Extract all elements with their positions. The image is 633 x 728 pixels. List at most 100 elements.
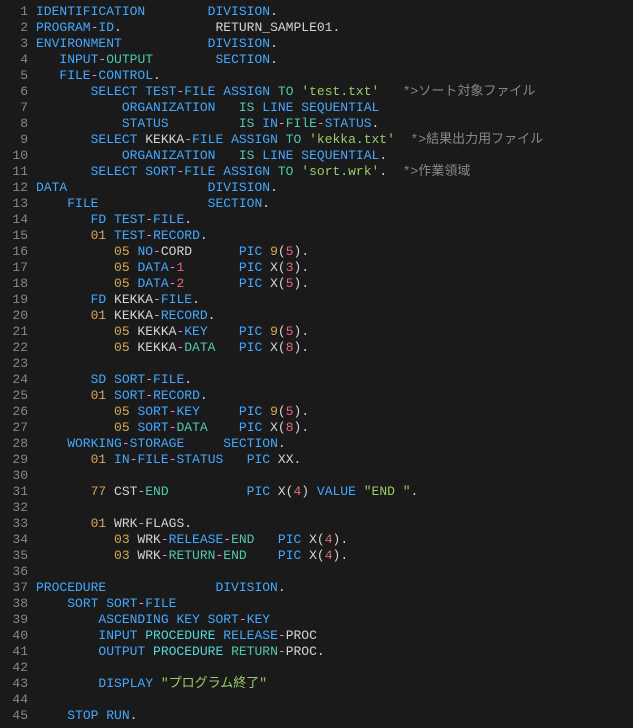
line-content[interactable]: INPUT-OUTPUT SECTION.: [36, 52, 278, 68]
line-content[interactable]: STATUS IS IN-FIlE-STATUS.: [36, 116, 379, 132]
token-pk: -: [122, 436, 130, 451]
line-content[interactable]: IDENTIFICATION DIVISION.: [36, 4, 278, 20]
code-line[interactable]: 40 INPUT PROCEDURE RELEASE-PROC: [0, 628, 633, 644]
code-line[interactable]: 28 WORKING-STORAGE SECTION.: [0, 436, 633, 452]
line-content[interactable]: 01 TEST-RECORD.: [36, 228, 208, 244]
code-line[interactable]: 34 03 WRK-RELEASE-END PIC X(4).: [0, 532, 633, 548]
code-line[interactable]: 1IDENTIFICATION DIVISION.: [0, 4, 633, 20]
line-content[interactable]: PROGRAM-ID. RETURN_SAMPLE01.: [36, 20, 340, 36]
line-content[interactable]: OUTPUT PROCEDURE RETURN-PROC.: [36, 644, 325, 660]
line-content[interactable]: 05 DATA-2 PIC X(5).: [36, 276, 309, 292]
code-line[interactable]: 5 FILE-CONTROL.: [0, 68, 633, 84]
token-ol: 05: [114, 340, 130, 355]
line-content[interactable]: ASCENDING KEY SORT-KEY: [36, 612, 270, 628]
code-line[interactable]: 16 05 NO-CORD PIC 9(5).: [0, 244, 633, 260]
code-line[interactable]: 24 SD SORT-FILE.: [0, 372, 633, 388]
code-line[interactable]: 17 05 DATA-1 PIC X(3).: [0, 260, 633, 276]
line-number: 19: [0, 292, 36, 308]
code-line[interactable]: 8 STATUS IS IN-FIlE-STATUS.: [0, 116, 633, 132]
code-line[interactable]: 27 05 SORT-DATA PIC X(8).: [0, 420, 633, 436]
token-kw: ORGANIZATION: [122, 148, 216, 163]
line-content[interactable]: 01 SORT-RECORD.: [36, 388, 208, 404]
line-content[interactable]: INPUT PROCEDURE RELEASE-PROC: [36, 628, 317, 644]
code-line[interactable]: 3ENVIRONMENT DIVISION.: [0, 36, 633, 52]
line-content[interactable]: ORGANIZATION IS LINE SEQUENTIAL: [36, 100, 379, 116]
line-content[interactable]: PROCEDURE DIVISION.: [36, 580, 286, 596]
token-kw: LINE: [262, 100, 301, 115]
code-line[interactable]: 19 FD KEKKA-FILE.: [0, 292, 633, 308]
code-line[interactable]: 38 SORT SORT-FILE: [0, 596, 633, 612]
token-pl: [36, 100, 122, 115]
line-content[interactable]: STOP RUN.: [36, 708, 137, 724]
code-line[interactable]: 4 INPUT-OUTPUT SECTION.: [0, 52, 633, 68]
line-content[interactable]: WORKING-STORAGE SECTION.: [36, 436, 286, 452]
code-line[interactable]: 29 01 IN-FILE-STATUS PIC XX.: [0, 452, 633, 468]
code-line[interactable]: 13 FILE SECTION.: [0, 196, 633, 212]
line-content[interactable]: SELECT TEST-FILE ASSIGN TO 'test.txt' *>…: [36, 84, 535, 100]
code-line[interactable]: 37PROCEDURE DIVISION.: [0, 580, 633, 596]
code-line[interactable]: 45 STOP RUN.: [0, 708, 633, 724]
line-content[interactable]: 05 KEKKA-DATA PIC X(8).: [36, 340, 309, 356]
token-cy: PROCEDURE: [145, 628, 215, 643]
line-content[interactable]: 05 SORT-DATA PIC X(8).: [36, 420, 309, 436]
code-line[interactable]: 11 SELECT SORT-FILE ASSIGN TO 'sort.wrk'…: [0, 164, 633, 180]
line-content[interactable]: FILE-CONTROL.: [36, 68, 161, 84]
code-line[interactable]: 18 05 DATA-2 PIC X(5).: [0, 276, 633, 292]
code-line[interactable]: 21 05 KEKKA-KEY PIC 9(5).: [0, 324, 633, 340]
code-line[interactable]: 26 05 SORT-KEY PIC 9(5).: [0, 404, 633, 420]
code-line[interactable]: 7 ORGANIZATION IS LINE SEQUENTIAL: [0, 100, 633, 116]
line-content[interactable]: 03 WRK-RETURN-END PIC X(4).: [36, 548, 348, 564]
code-line[interactable]: 10 ORGANIZATION IS LINE SEQUENTIAL.: [0, 148, 633, 164]
line-number: 30: [0, 468, 36, 484]
code-line[interactable]: 23: [0, 356, 633, 372]
line-content[interactable]: SD SORT-FILE.: [36, 372, 192, 388]
code-line[interactable]: 30: [0, 468, 633, 484]
code-line[interactable]: 43 DISPLAY "プログラム終了": [0, 676, 633, 692]
line-content[interactable]: 05 NO-CORD PIC 9(5).: [36, 244, 309, 260]
token-pl: WRK: [106, 516, 137, 531]
code-line[interactable]: 42: [0, 660, 633, 676]
line-content[interactable]: FILE SECTION.: [36, 196, 270, 212]
line-content[interactable]: 05 KEKKA-KEY PIC 9(5).: [36, 324, 309, 340]
token-kw: TEST: [114, 212, 145, 227]
code-line[interactable]: 32: [0, 500, 633, 516]
line-content[interactable]: 01 KEKKA-RECORD.: [36, 308, 215, 324]
line-content[interactable]: SORT SORT-FILE: [36, 596, 176, 612]
code-line[interactable]: 35 03 WRK-RETURN-END PIC X(4).: [0, 548, 633, 564]
line-content[interactable]: ENVIRONMENT DIVISION.: [36, 36, 278, 52]
token-kw: TEST: [114, 228, 145, 243]
code-line[interactable]: 12DATA DIVISION.: [0, 180, 633, 196]
code-line[interactable]: 41 OUTPUT PROCEDURE RETURN-PROC.: [0, 644, 633, 660]
line-content[interactable]: SELECT KEKKA-FILE ASSIGN TO 'kekka.txt' …: [36, 132, 543, 148]
code-line[interactable]: 44: [0, 692, 633, 708]
line-content[interactable]: 05 DATA-1 PIC X(3).: [36, 260, 309, 276]
code-line[interactable]: 39 ASCENDING KEY SORT-KEY: [0, 612, 633, 628]
code-line[interactable]: 14 FD TEST-FILE.: [0, 212, 633, 228]
code-line[interactable]: 36: [0, 564, 633, 580]
token-pl: .: [192, 292, 200, 307]
line-content[interactable]: 05 SORT-KEY PIC 9(5).: [36, 404, 309, 420]
line-content[interactable]: 01 WRK-FLAGS.: [36, 516, 192, 532]
line-content[interactable]: SELECT SORT-FILE ASSIGN TO 'sort.wrk'. *…: [36, 164, 470, 180]
code-line[interactable]: 22 05 KEKKA-DATA PIC X(8).: [0, 340, 633, 356]
code-line[interactable]: 2PROGRAM-ID. RETURN_SAMPLE01.: [0, 20, 633, 36]
line-content[interactable]: FD KEKKA-FILE.: [36, 292, 200, 308]
code-line[interactable]: 25 01 SORT-RECORD.: [0, 388, 633, 404]
token-cm: *>ソート対象ファイル: [403, 84, 536, 99]
code-editor[interactable]: 1IDENTIFICATION DIVISION.2PROGRAM-ID. RE…: [0, 4, 633, 724]
code-line[interactable]: 20 01 KEKKA-RECORD.: [0, 308, 633, 324]
line-content[interactable]: 01 IN-FILE-STATUS PIC XX.: [36, 452, 301, 468]
code-line[interactable]: 9 SELECT KEKKA-FILE ASSIGN TO 'kekka.txt…: [0, 132, 633, 148]
line-content[interactable]: FD TEST-FILE.: [36, 212, 192, 228]
line-content[interactable]: 77 CST-END PIC X(4) VALUE "END ".: [36, 484, 418, 500]
line-content[interactable]: DATA DIVISION.: [36, 180, 278, 196]
code-line[interactable]: 6 SELECT TEST-FILE ASSIGN TO 'test.txt' …: [0, 84, 633, 100]
line-content[interactable]: 03 WRK-RELEASE-END PIC X(4).: [36, 532, 348, 548]
token-pl: WRK: [130, 548, 161, 563]
token-kw: PROGRAM: [36, 20, 91, 35]
code-line[interactable]: 15 01 TEST-RECORD.: [0, 228, 633, 244]
line-content[interactable]: ORGANIZATION IS LINE SEQUENTIAL.: [36, 148, 387, 164]
code-line[interactable]: 31 77 CST-END PIC X(4) VALUE "END ".: [0, 484, 633, 500]
code-line[interactable]: 33 01 WRK-FLAGS.: [0, 516, 633, 532]
line-content[interactable]: DISPLAY "プログラム終了": [36, 676, 267, 692]
